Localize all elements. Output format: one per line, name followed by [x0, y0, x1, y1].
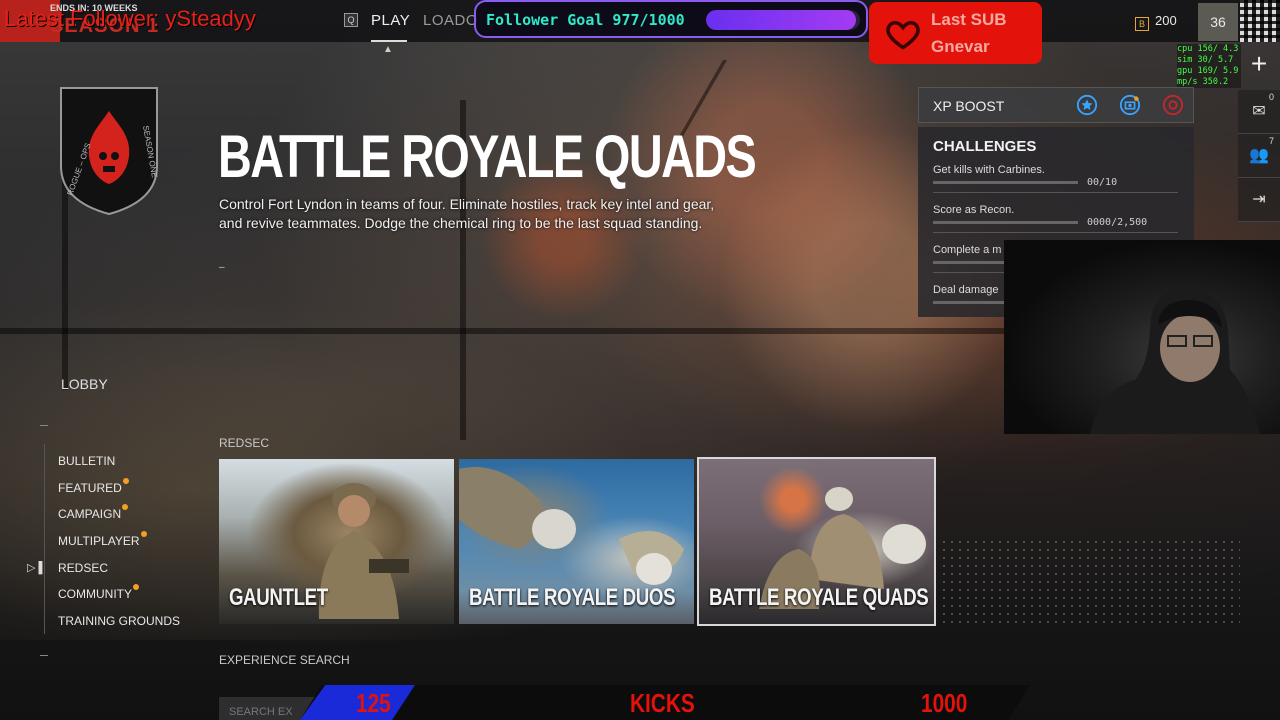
target-badge-icon[interactable] — [1162, 94, 1184, 116]
sidebar-item-multiplayer[interactable]: MULTIPLAYER — [58, 531, 180, 560]
dot-pattern — [940, 538, 1240, 628]
mail-count: 0 — [1268, 92, 1274, 102]
follower-goal-bar — [706, 10, 860, 30]
xp-boost-panel[interactable]: XP BOOST — [918, 87, 1194, 123]
sidebar-rail — [44, 444, 45, 634]
sidebar-dash — [40, 425, 48, 426]
challenge-progress-bar — [933, 181, 1078, 184]
kicks-right-count: 1000 — [921, 688, 968, 718]
mode-card-title: GAUNTLET — [229, 584, 328, 611]
mode-card-title: BATTLE ROYALE DUOS — [469, 584, 676, 611]
side-icon-column: ✉ 0 👥 7 ⇥ — [1238, 90, 1280, 222]
party-icon[interactable]: 👥 7 — [1238, 134, 1280, 178]
challenge-item[interactable]: Get kills with Carbines. 00/10 — [933, 164, 1183, 193]
divider — [933, 232, 1178, 233]
rogue-ops-emblem: ROGUE – OPS SEASON ONE — [60, 87, 159, 216]
mode-card-gauntlet[interactable]: GAUNTLET — [219, 459, 454, 624]
mail-glyph: ✉ — [1252, 103, 1266, 120]
sidebar-item-bulletin[interactable]: BULLETIN — [58, 453, 180, 480]
player-level[interactable]: 36 — [1198, 3, 1238, 41]
mode-title: BATTLE ROYALE QUADS — [218, 123, 757, 190]
lobby-label[interactable]: LOBBY — [61, 376, 108, 392]
challenge-progress-bar — [933, 221, 1078, 224]
currency-amount: 200 — [1155, 13, 1177, 28]
play-arrow-icon: ▷ ▌ — [27, 562, 47, 574]
qr-code-pattern — [1240, 0, 1280, 42]
exit-icon[interactable]: ⇥ — [1238, 178, 1280, 222]
last-sub-widget: Last SUB Gnevar — [869, 2, 1042, 64]
sidebar-item-label: COMMUNITY — [58, 587, 132, 602]
sidebar-item-redsec[interactable]: REDSEC — [58, 560, 180, 587]
heart-icon — [886, 20, 920, 50]
streamer-silhouette — [1090, 288, 1260, 434]
caret-up-icon: ▲ — [383, 44, 393, 55]
plus-icon[interactable]: + — [1244, 50, 1274, 80]
sidebar-item-label: TRAINING GROUNDS — [58, 614, 181, 629]
last-sub-title: Last SUB — [931, 10, 1007, 29]
sidebar-item-label: MULTIPLAYER — [58, 534, 140, 549]
sidebar-item-label: REDSEC — [58, 560, 109, 575]
challenge-item[interactable]: Score as Recon. 0000/2,500 — [933, 204, 1183, 233]
stat-line: gpu 169/ 5.9 — [1177, 66, 1239, 76]
coin-icon: B — [1135, 17, 1149, 31]
stat-line: sim 30/ 5.7 — [1177, 55, 1234, 65]
notification-dot-icon — [140, 531, 147, 538]
performance-stats: cpu 156/ 4.3 sim 30/ 5.7 gpu 169/ 5.9 mp… — [1177, 44, 1241, 88]
kicks-label: KICKS — [630, 688, 695, 718]
divider — [933, 192, 1178, 193]
tab-loadout[interactable]: LOADO — [423, 12, 478, 29]
mode-card-battle-royale-quads[interactable]: BATTLE ROYALE QUADS — [697, 457, 936, 626]
notification-dot-icon — [122, 477, 129, 484]
star-badge-icon[interactable] — [1076, 94, 1098, 116]
notification-dot-icon — [122, 504, 129, 511]
stat-line: cpu 156/ 4.3 — [1177, 44, 1239, 54]
exit-glyph: ⇥ — [1252, 191, 1266, 208]
section-label-redsec: REDSEC — [219, 436, 270, 450]
follower-goal-fill — [706, 10, 857, 30]
kicks-left-count: 125 — [356, 688, 391, 718]
sidebar-item-label: CAMPAIGN — [58, 507, 122, 522]
sidebar-item-label: BULLETIN — [58, 454, 116, 468]
follower-goal-widget: Follower Goal 977/1000 — [474, 0, 868, 38]
xp-boost-title: XP BOOST — [933, 98, 1005, 114]
sidebar-menu: BULLETIN FEATURED CAMPAIGN MULTIPLAYER R… — [58, 453, 180, 640]
latest-follower-overlay: Latest Follower: ySteadyy — [4, 6, 256, 31]
camera-badge-icon[interactable] — [1119, 94, 1141, 116]
experience-search-label: EXPERIENCE SEARCH — [219, 653, 350, 667]
description-dash: – — [219, 262, 225, 273]
mode-description: Control Fort Lyndon in teams of four. El… — [219, 196, 715, 231]
last-sub-name: Gnevar — [931, 37, 990, 56]
mail-icon[interactable]: ✉ 0 — [1238, 90, 1280, 134]
challenges-title: CHALLENGES — [933, 138, 1037, 155]
challenge-progress: 00/10 — [1087, 177, 1118, 188]
active-tab-underline — [371, 40, 407, 42]
notification-dot-icon — [133, 584, 139, 591]
sidebar-item-community[interactable]: COMMUNITY — [58, 584, 180, 613]
key-hint-q: Q — [344, 13, 358, 27]
party-count: 7 — [1268, 136, 1274, 146]
sidebar-item-training-grounds[interactable]: TRAINING GROUNDS — [58, 613, 180, 640]
sidebar-item-campaign[interactable]: CAMPAIGN — [58, 504, 180, 533]
challenge-progress: 0000/2,500 — [1087, 217, 1148, 228]
party-glyph: 👥 — [1249, 147, 1269, 164]
sidebar-dash — [40, 655, 48, 656]
follower-goal-text: Follower Goal 977/1000 — [486, 11, 685, 29]
mode-card-battle-royale-duos[interactable]: BATTLE ROYALE DUOS — [459, 459, 694, 624]
sidebar-item-featured[interactable]: FEATURED — [58, 477, 180, 507]
challenge-label: Score as Recon. — [933, 204, 1015, 216]
currency-display[interactable]: B 200 — [1135, 13, 1177, 31]
sidebar-item-label: FEATURED — [58, 480, 122, 495]
challenge-label: Get kills with Carbines. — [933, 164, 1045, 176]
tab-play[interactable]: PLAY — [371, 12, 410, 29]
mode-card-title: BATTLE ROYALE QUADS — [709, 584, 929, 611]
